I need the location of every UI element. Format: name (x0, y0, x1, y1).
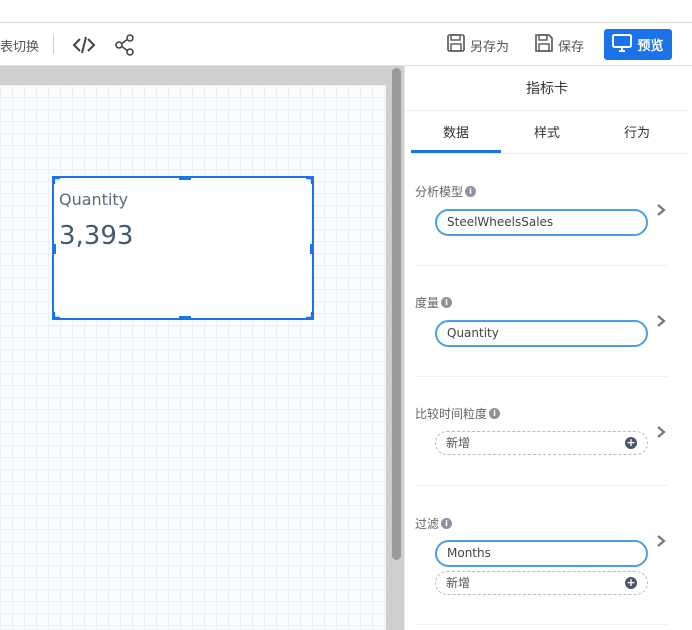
info-icon[interactable]: i (465, 186, 477, 197)
save-button[interactable]: 保存 (534, 33, 584, 57)
chevron-right-icon[interactable] (656, 313, 666, 327)
tab-data[interactable]: 数据 (411, 122, 501, 141)
model-field[interactable]: SteelWheelsSales (435, 209, 648, 236)
panel-title: 指标卡 (526, 81, 568, 97)
info-icon[interactable]: i (441, 297, 453, 308)
plus-icon[interactable]: + (625, 577, 637, 589)
section-label-measure: 度量 i (415, 294, 453, 311)
section-divider (415, 624, 667, 625)
save-as-icon (446, 33, 466, 57)
resize-handle-bottom-left[interactable] (52, 312, 60, 320)
info-icon[interactable]: i (489, 408, 501, 419)
resize-handle-top-left[interactable] (52, 176, 60, 184)
indicator-card-widget[interactable]: Quantity 3,393 (52, 176, 314, 320)
widget-title: Quantity (59, 190, 129, 209)
model-label: 分析模型 (415, 185, 464, 199)
tab-style[interactable]: 样式 (502, 122, 592, 141)
chart-switch-text[interactable]: 表切换 (0, 36, 39, 55)
filter-field[interactable]: Months (435, 540, 648, 567)
info-icon[interactable]: i (441, 518, 453, 529)
section-label-compare: 比较时间粒度 i (415, 405, 501, 422)
tabs-divider (411, 153, 687, 154)
compare-label: 比较时间粒度 (415, 407, 488, 421)
code-icon[interactable] (72, 33, 96, 57)
measure-label: 度量 (415, 296, 440, 310)
resize-handle-bottom[interactable] (179, 316, 191, 320)
dashboard-canvas[interactable]: Quantity 3,393 (0, 85, 387, 630)
preview-button[interactable]: 预览 (604, 29, 672, 60)
compare-add-label: 新增 (446, 436, 471, 450)
measure-field[interactable]: Quantity (435, 320, 648, 347)
chevron-right-icon[interactable] (656, 202, 666, 216)
monitor-icon (612, 33, 633, 56)
toolbar: 表切换 另存为 保存 预览 (0, 24, 692, 66)
resize-handle-top-right[interactable] (306, 176, 314, 184)
compare-add-field[interactable]: 新增 + (435, 431, 648, 455)
widget-value: 3,393 (59, 221, 134, 251)
chevron-right-icon[interactable] (656, 533, 666, 547)
canvas-scrollbar[interactable] (392, 68, 401, 560)
tab-behavior[interactable]: 行为 (592, 122, 682, 141)
preview-label: 预览 (637, 39, 664, 54)
resize-handle-left[interactable] (52, 244, 56, 254)
filter-add-field[interactable]: 新增 + (435, 571, 648, 595)
canvas-area: Quantity 3,393 (0, 66, 404, 630)
filter-add-label: 新增 (446, 576, 471, 590)
toolbar-divider (53, 35, 54, 54)
section-label-model: 分析模型 i (415, 183, 477, 200)
resize-handle-right[interactable] (310, 244, 314, 254)
section-divider (415, 485, 667, 486)
resize-handle-bottom-right[interactable] (306, 312, 314, 320)
save-as-label: 另存为 (470, 39, 510, 55)
plus-icon[interactable]: + (625, 437, 637, 449)
save-label: 保存 (558, 39, 585, 55)
panel-divider (405, 110, 689, 111)
save-as-button[interactable]: 另存为 (446, 33, 509, 57)
section-divider (415, 376, 667, 377)
section-label-filter: 过滤 i (415, 515, 453, 532)
properties-panel: 指标卡 数据 样式 行为 分析模型 i SteelWheelsSales 度量 … (404, 66, 692, 630)
section-divider (415, 265, 667, 266)
save-icon (534, 33, 554, 57)
chevron-right-icon[interactable] (656, 424, 666, 438)
filter-label: 过滤 (415, 517, 440, 531)
top-strip (0, 0, 692, 23)
share-icon[interactable] (113, 33, 137, 57)
resize-handle-top[interactable] (179, 176, 191, 180)
